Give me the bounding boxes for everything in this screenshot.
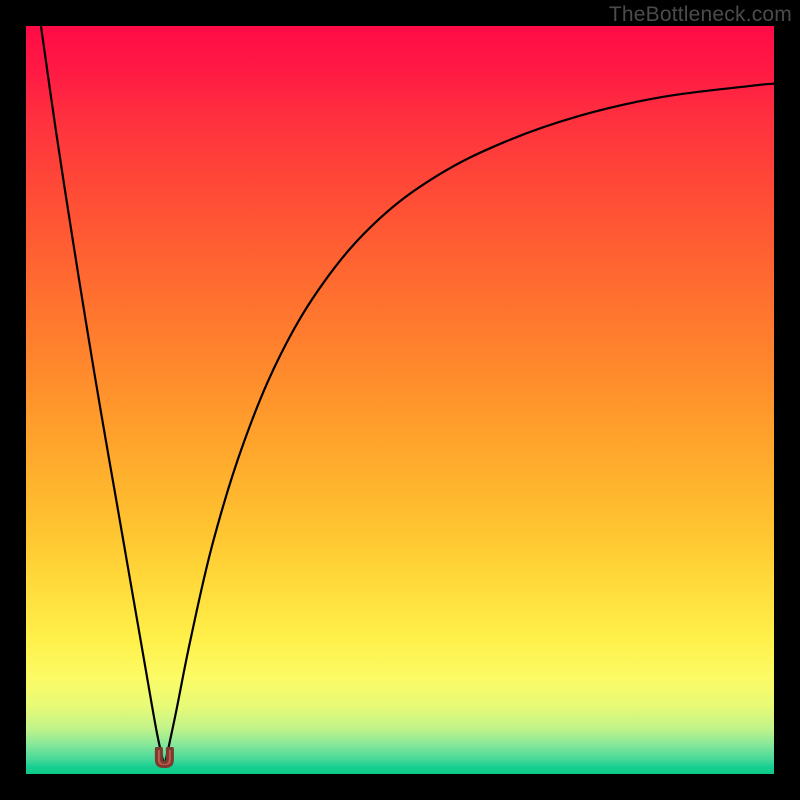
left-branch-curve xyxy=(41,26,164,767)
right-branch-curve xyxy=(164,84,774,767)
bottleneck-plot xyxy=(26,26,774,774)
valley-marker-icon xyxy=(156,749,172,767)
watermark-text: TheBottleneck.com xyxy=(609,3,792,27)
curves-layer xyxy=(26,26,774,774)
plot-frame xyxy=(26,26,774,774)
